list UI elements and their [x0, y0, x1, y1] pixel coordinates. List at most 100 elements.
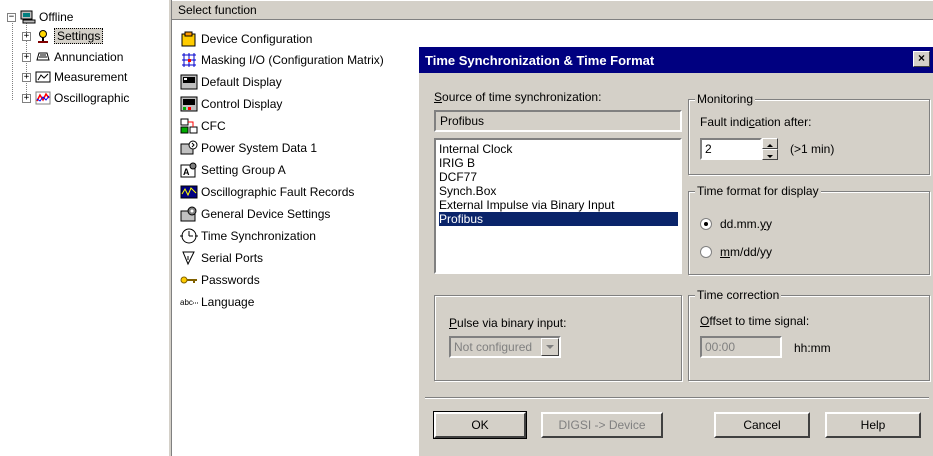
- device-config-icon: [181, 31, 196, 47]
- tree-item-annunciation[interactable]: + Annunciation: [22, 48, 123, 66]
- time-sync-icon: [180, 228, 198, 244]
- list-item[interactable]: Synch.Box: [439, 184, 496, 198]
- list-item[interactable]: DCF77: [439, 170, 477, 184]
- fault-records-icon: [180, 185, 198, 199]
- group-title: Monitoring: [695, 92, 756, 106]
- list-item-serial-ports[interactable]: Serial Ports: [180, 248, 263, 268]
- oscillographic-icon: [35, 91, 51, 105]
- tree-item-label: Measurement: [54, 70, 128, 84]
- list-item-default-display[interactable]: Default Display: [180, 72, 282, 92]
- pulse-select[interactable]: Not configured: [449, 336, 561, 358]
- key-icon: [180, 276, 197, 284]
- list-item-label: Time Synchronization: [201, 229, 316, 243]
- list-item-oscillographic-fault-records[interactable]: Oscillographic Fault Records: [180, 182, 354, 202]
- divider: [425, 397, 929, 399]
- list-item-control-display[interactable]: Control Display: [180, 94, 282, 114]
- list-item-masking-io[interactable]: Masking I/O (Configuration Matrix): [180, 50, 384, 70]
- pulse-value: Not configured: [454, 340, 533, 354]
- list-item-cfc[interactable]: CFC: [180, 116, 226, 136]
- list-item[interactable]: External Impulse via Binary Input: [439, 198, 614, 212]
- close-button[interactable]: ×: [913, 51, 930, 67]
- tree-item-oscillographic[interactable]: + Oscillographic: [22, 89, 129, 107]
- digsi-label: DIGSI -> Device: [558, 418, 646, 432]
- setting-group-icon: A: [180, 162, 197, 178]
- fault-indication-field[interactable]: 2: [700, 138, 762, 160]
- radio-dot: [704, 222, 708, 226]
- fault-indication-value: 2: [705, 142, 712, 156]
- time-sync-dialog: Time Synchronization & Time Format × Sou…: [418, 46, 933, 456]
- list-item[interactable]: Internal Clock: [439, 142, 512, 156]
- list-item-label: Control Display: [201, 97, 283, 111]
- cancel-label: Cancel: [743, 418, 781, 432]
- source-value-field: Profibus: [434, 110, 682, 132]
- language-icon: abc: [180, 298, 198, 307]
- list-item[interactable]: IRIG B: [439, 156, 475, 170]
- serial-ports-icon: [182, 251, 195, 266]
- help-label: Help: [860, 418, 886, 432]
- list-item-passwords[interactable]: Passwords: [180, 270, 260, 290]
- list-item-power-system-data[interactable]: Power System Data 1: [180, 138, 317, 158]
- offset-value: 00:00: [705, 340, 736, 354]
- radio-mm-dd-yy-label[interactable]: mm/dd/yy: [720, 245, 772, 259]
- cancel-button[interactable]: Cancel: [714, 412, 810, 438]
- fault-indication-unit: (>1 min): [790, 142, 835, 156]
- column-header-label: Select function: [178, 3, 257, 17]
- offset-field[interactable]: 00:00: [700, 336, 782, 358]
- list-item-general-device-settings[interactable]: General Device Settings: [180, 204, 330, 224]
- dropdown-button[interactable]: [541, 338, 559, 356]
- pulse-group: Pulse via binary input: Not configured: [434, 295, 682, 381]
- expand-icon[interactable]: +: [22, 72, 31, 82]
- matrix-icon: [182, 53, 196, 67]
- group-title: Time correction: [695, 288, 782, 302]
- list-item-selected[interactable]: Profibus: [439, 212, 678, 226]
- svg-text:abc: abc: [180, 298, 193, 307]
- tree-root-offline[interactable]: − Offline: [7, 8, 73, 26]
- list-item-device-configuration[interactable]: Device Configuration: [180, 29, 312, 49]
- list-item-label: Oscillographic Fault Records: [201, 185, 355, 199]
- ok-label: OK: [471, 418, 489, 432]
- pulse-label: Pulse via binary input:: [449, 316, 567, 330]
- expand-icon[interactable]: +: [22, 52, 31, 62]
- list-item-label: Serial Ports: [201, 251, 264, 265]
- radio-dd-mm-yy[interactable]: [700, 218, 712, 230]
- list-item-setting-group-a[interactable]: A Setting Group A: [180, 160, 286, 180]
- tree-item-label: Settings: [54, 28, 104, 44]
- dialog-title: Time Synchronization & Time Format: [425, 52, 655, 68]
- help-button[interactable]: Help: [825, 412, 921, 438]
- chevron-down-icon: [546, 345, 554, 349]
- settings-icon: [38, 30, 48, 43]
- time-correction-group: Time correction Offset to time signal: 0…: [688, 288, 930, 381]
- digsi-to-device-button[interactable]: DIGSI -> Device: [541, 412, 663, 438]
- column-header-empty[interactable]: [426, 0, 933, 20]
- list-item-language[interactable]: abc Language: [180, 292, 254, 312]
- spin-down-icon: [767, 155, 773, 158]
- list-item-label: General Device Settings: [201, 207, 331, 221]
- tree-item-measurement[interactable]: + Measurement: [22, 68, 127, 86]
- control-display-icon: [180, 96, 198, 112]
- list-item-label: Passwords: [201, 273, 260, 287]
- tree-item-label: Oscillographic: [54, 91, 130, 105]
- source-listbox[interactable]: Internal Clock IRIG B DCF77 Synch.Box Ex…: [434, 138, 682, 274]
- expand-icon[interactable]: +: [22, 93, 31, 103]
- power-system-icon: [180, 140, 198, 155]
- ok-button[interactable]: OK: [433, 411, 527, 439]
- tree-item-settings[interactable]: + Settings: [22, 27, 104, 45]
- list-item-label: Masking I/O (Configuration Matrix): [201, 53, 384, 67]
- list-item-label: Default Display: [201, 75, 282, 89]
- svg-text:A: A: [183, 167, 190, 177]
- time-format-group: Time format for display dd.mm.yy mm/dd/y…: [688, 184, 930, 275]
- collapse-icon[interactable]: −: [7, 12, 16, 22]
- list-item-time-synchronization[interactable]: Time Synchronization: [180, 226, 316, 246]
- monitoring-group: Monitoring Fault indication after: 2 (>1…: [688, 92, 930, 175]
- radio-mm-dd-yy[interactable]: [700, 246, 712, 258]
- general-settings-icon: [180, 206, 197, 222]
- expand-icon[interactable]: +: [22, 31, 31, 41]
- source-value: Profibus: [440, 114, 485, 128]
- spin-up-button[interactable]: [762, 138, 778, 149]
- column-header-select-function[interactable]: Select function: [172, 0, 426, 20]
- radio-dd-mm-yy-label[interactable]: dd.mm.yy: [720, 217, 772, 231]
- spin-down-button[interactable]: [762, 149, 778, 160]
- offset-label: Offset to time signal:: [700, 314, 810, 328]
- dialog-title-bar[interactable]: Time Synchronization & Time Format ×: [419, 47, 933, 73]
- tree-item-label: Annunciation: [54, 50, 124, 64]
